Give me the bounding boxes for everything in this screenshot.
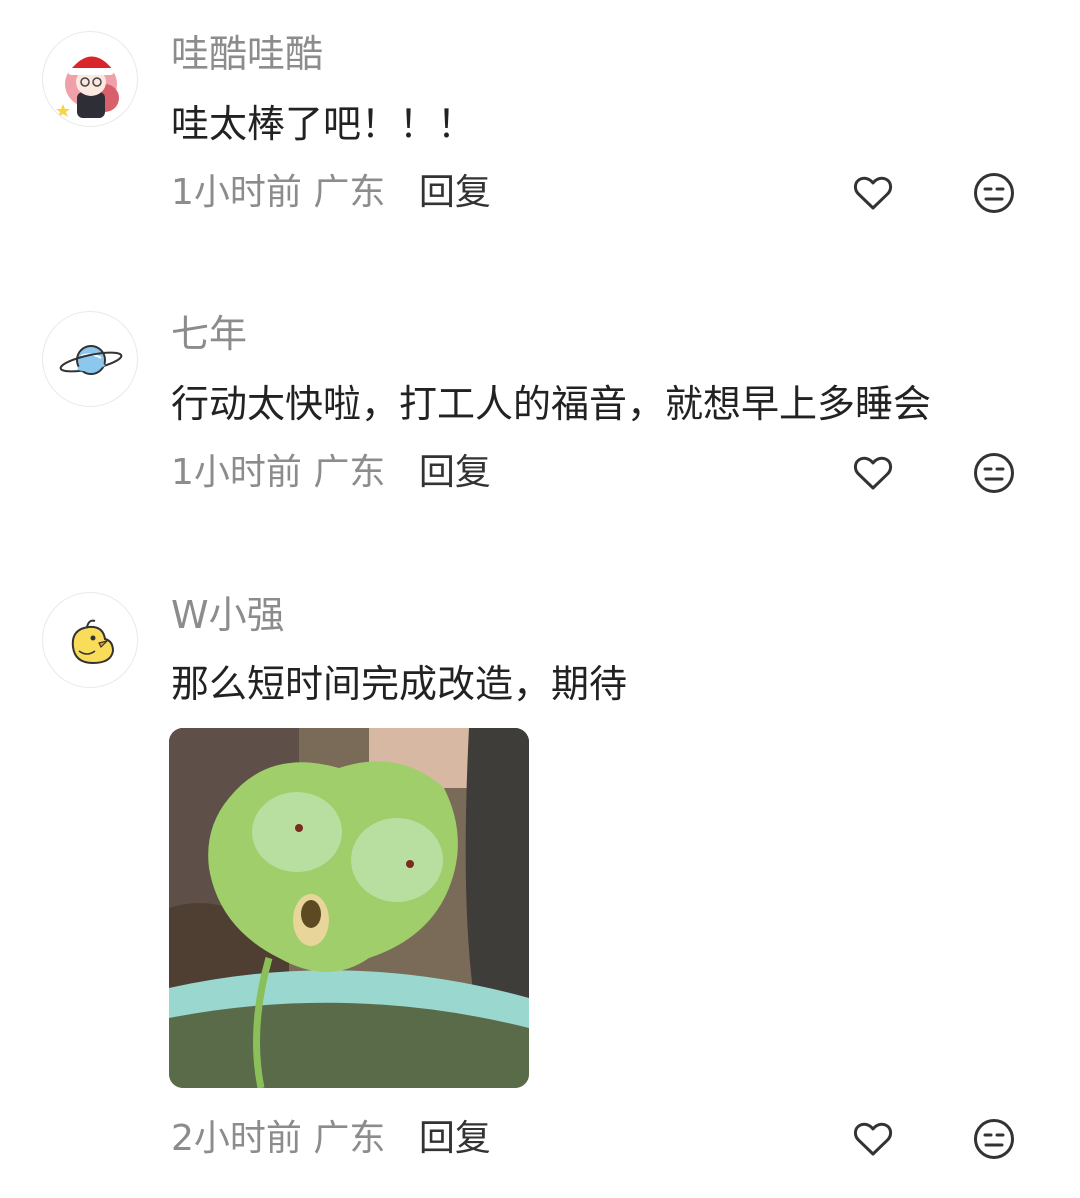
heart-outline-icon	[853, 176, 893, 210]
username[interactable]: 七年	[171, 312, 247, 356]
comment-location: 广东	[313, 1118, 386, 1159]
dislike-button[interactable]	[971, 1116, 1017, 1162]
username[interactable]: 哇酷哇酷	[171, 32, 323, 76]
reply-button[interactable]: 回复	[419, 172, 491, 213]
user-avatar[interactable]	[42, 592, 138, 688]
comment-location: 广东	[313, 172, 386, 213]
planet-avatar-icon	[59, 345, 123, 375]
comment-meta: 1小时前 广东 回复	[171, 171, 491, 215]
comment-text: 哇太棒了吧！！！	[171, 102, 476, 146]
comment-text: 那么短时间完成改造，期待	[171, 662, 628, 706]
green-leaf-creature-meme-image	[169, 728, 529, 1088]
reply-button[interactable]: 回复	[419, 1118, 491, 1159]
meh-face-icon	[974, 453, 1014, 493]
chick-avatar-icon	[71, 619, 115, 665]
user-avatar[interactable]	[42, 311, 138, 407]
comment-image[interactable]	[169, 728, 529, 1088]
like-button[interactable]	[850, 1116, 896, 1162]
username[interactable]: W小强	[171, 593, 285, 637]
comment-meta: 1小时前 广东 回复	[171, 451, 491, 495]
comment-text: 行动太快啦，打工人的福音，就想早上多睡会	[171, 382, 932, 426]
user-avatar[interactable]	[42, 31, 138, 127]
reply-button[interactable]: 回复	[419, 452, 491, 493]
comment-location: 广东	[313, 452, 386, 493]
like-button[interactable]	[850, 450, 896, 496]
meh-face-icon	[974, 1119, 1014, 1159]
comment-meta: 2小时前 广东 回复	[171, 1117, 491, 1161]
comment-time: 1小时前	[171, 452, 302, 493]
like-button[interactable]	[850, 170, 896, 216]
heart-outline-icon	[853, 456, 893, 490]
meh-face-icon	[974, 173, 1014, 213]
comment-time: 2小时前	[171, 1118, 302, 1159]
heart-outline-icon	[853, 1122, 893, 1156]
comment-time: 1小时前	[171, 172, 302, 213]
dislike-button[interactable]	[971, 450, 1017, 496]
santa-girl-avatar-icon	[56, 51, 119, 118]
dislike-button[interactable]	[971, 170, 1017, 216]
